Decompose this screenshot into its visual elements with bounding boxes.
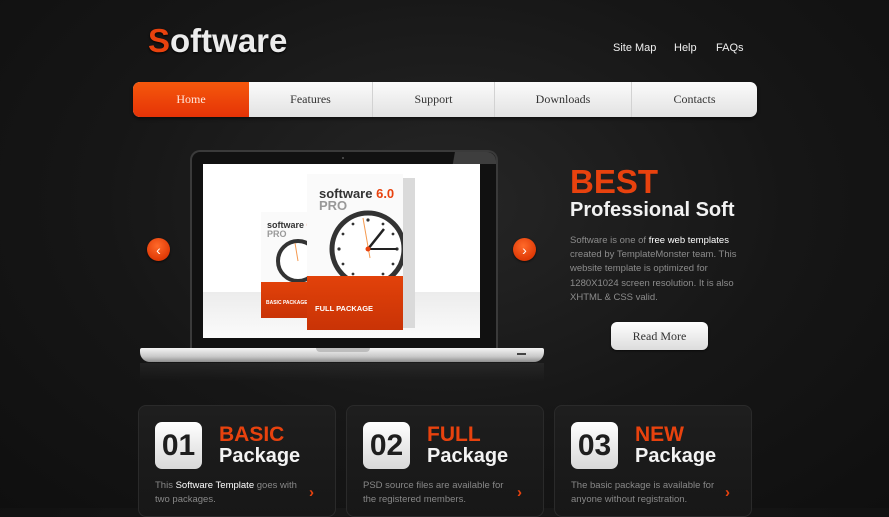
- box-package-label: BASIC PACKAGE: [266, 300, 308, 306]
- package-title: Package: [219, 445, 301, 467]
- logo[interactable]: Software: [148, 22, 287, 60]
- laptop-reflection: [140, 363, 544, 381]
- package-number: 03: [571, 422, 618, 469]
- package-card-basic: 01 BASIC Package This Software Template …: [138, 405, 336, 517]
- box-front: software 6.0 PRO FULL PACKAGE: [307, 174, 403, 330]
- software-box-full: software 6.0 PRO FULL PACKAGE: [307, 174, 415, 330]
- package-description: This Software Template goes with two pac…: [155, 480, 297, 505]
- laptop-screen: software 6. PRO BASIC PACKAGE software 6…: [203, 164, 480, 338]
- package-title: Package: [427, 445, 509, 467]
- laptop-notch: [316, 348, 370, 352]
- package-card-full: 02 FULL Package PSD source files are ava…: [346, 405, 544, 517]
- camera-dot: [342, 157, 344, 159]
- hero-title: BEST: [570, 163, 659, 200]
- nav-item-features[interactable]: Features: [249, 82, 373, 117]
- box-side: [401, 178, 415, 328]
- laptop-base: [140, 348, 544, 362]
- laptop-led: [517, 353, 526, 355]
- main-nav: Home Features Support Downloads Contacts: [133, 82, 757, 117]
- faqs-link[interactable]: FAQs: [716, 42, 744, 54]
- package-title-accent: FULL: [427, 423, 481, 446]
- nav-item-downloads[interactable]: Downloads: [495, 82, 632, 117]
- box-red-band: [307, 276, 403, 330]
- package-title: Package: [635, 445, 717, 467]
- package-description: PSD source files are available for the r…: [363, 480, 504, 505]
- nav-item-support[interactable]: Support: [373, 82, 495, 117]
- package-title-accent: NEW: [635, 423, 684, 446]
- logo-text: oftware: [170, 22, 288, 59]
- package-description: The basic package is available for anyon…: [571, 480, 715, 505]
- box-package-label: FULL PACKAGE: [315, 304, 374, 313]
- package-number: 01: [155, 422, 202, 469]
- free-templates-link[interactable]: free web templates: [649, 235, 729, 246]
- hero-description: Software is one of free web templates cr…: [570, 235, 737, 303]
- logo-first-letter: S: [148, 22, 171, 59]
- package-title-accent: BASIC: [219, 423, 285, 446]
- package-number: 02: [363, 422, 410, 469]
- chevron-right-icon[interactable]: ›: [309, 484, 314, 501]
- hero-subtitle: Professional Soft: [570, 199, 735, 221]
- site-map-link[interactable]: Site Map: [613, 42, 656, 54]
- read-more-button[interactable]: Read More: [611, 322, 708, 350]
- help-link[interactable]: Help: [674, 42, 697, 54]
- software-template-link[interactable]: Software Template: [176, 480, 255, 491]
- laptop-image: software 6. PRO BASIC PACKAGE software 6…: [140, 150, 544, 381]
- lid-glare: [436, 152, 496, 164]
- nav-item-contacts[interactable]: Contacts: [632, 82, 757, 117]
- package-card-new: 03 NEW Package The basic package is avai…: [554, 405, 752, 517]
- chevron-right-icon[interactable]: ›: [517, 484, 522, 501]
- chevron-right-icon[interactable]: ›: [725, 484, 730, 501]
- nav-item-home[interactable]: Home: [133, 82, 249, 117]
